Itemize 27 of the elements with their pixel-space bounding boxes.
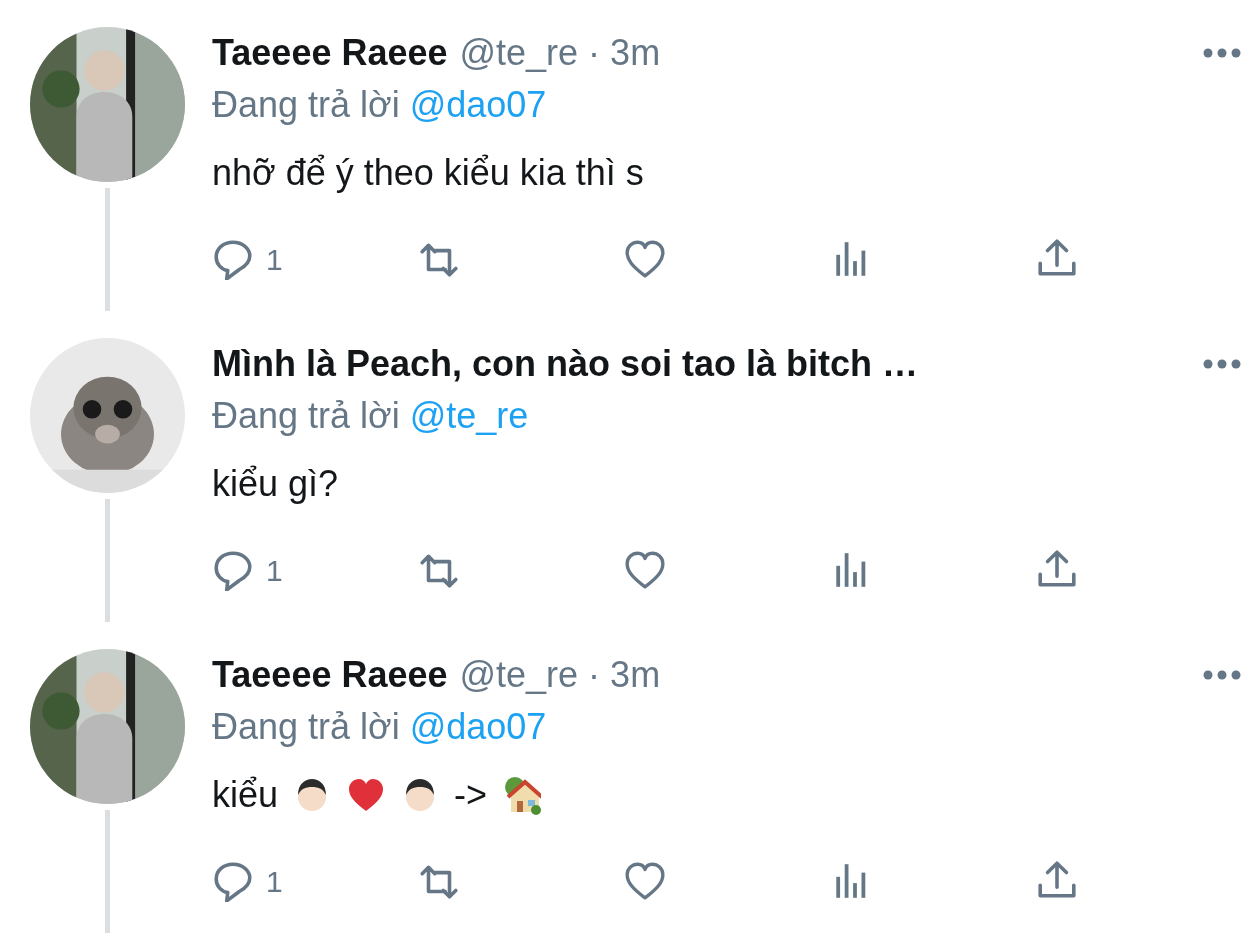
author-name: Taeeee Raeee [212,653,448,697]
replying-to-text: Đang trả lời @dao07 [212,83,548,127]
reply-icon [212,238,254,280]
tweet-text: -> [454,773,488,817]
reply-icon [212,549,254,591]
mention-link[interactable]: @te_re [409,395,529,436]
handle-and-time: @te_re · 3m [459,653,661,697]
reply-icon [212,860,254,902]
tweet-text: kiểu [212,773,279,817]
reply-button[interactable]: 1 [212,858,418,904]
mention-link[interactable]: @dao07 [409,84,547,125]
more-icon[interactable] [1202,47,1242,59]
reply-button[interactable]: 1 [212,547,418,593]
more-icon[interactable] [1202,358,1242,370]
mention-link[interactable]: @dao07 [409,706,547,747]
more-icon[interactable] [1202,669,1242,681]
like-icon [624,549,666,591]
handle-and-time: @te_re · 3m [459,31,661,75]
author-name: Taeeee Raeee [212,31,448,75]
like-icon [624,238,666,280]
replying-to-text: Đang trả lời @te_re [212,394,530,438]
reply-button[interactable]: 1 [212,236,418,282]
tweet-text: kiểu gì? [212,462,339,506]
author-name: Mình là Peach, con nào soi tao là bitch … [212,342,919,386]
like-icon [624,860,666,902]
tweet-text: nhỡ để ý theo kiểu kia thì s [212,151,644,195]
replying-to-text: Đang trả lời @dao07 [212,705,548,749]
